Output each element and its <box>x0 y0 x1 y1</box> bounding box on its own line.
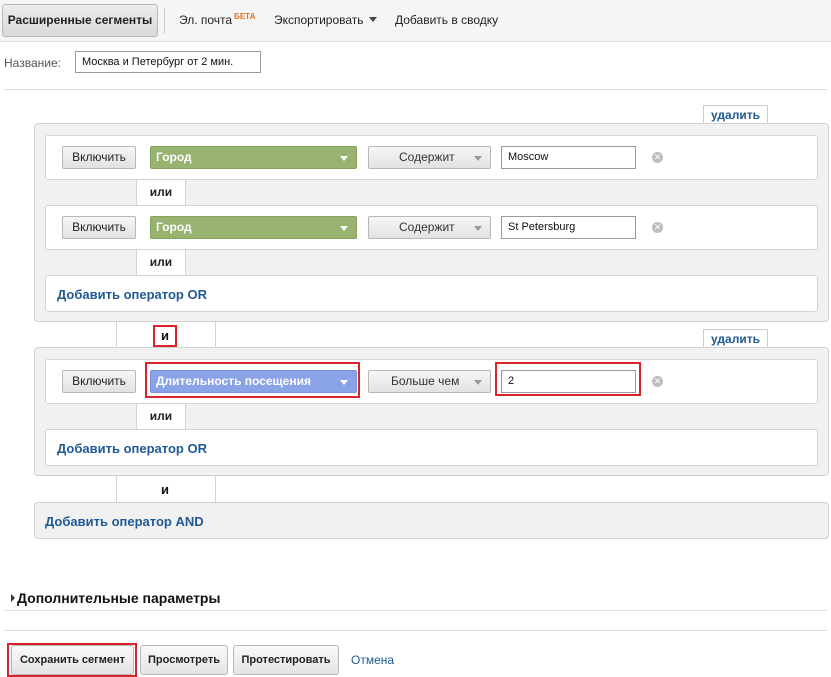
export-menu[interactable]: Экспортировать <box>274 13 377 27</box>
clear-icon[interactable]: ✕ <box>652 376 663 387</box>
add-and-link[interactable]: Добавить оператор AND <box>45 514 204 529</box>
top-toolbar: Расширенные сегменты Эл. почта БЕТА Экспо… <box>0 0 831 42</box>
clear-icon[interactable]: ✕ <box>652 152 663 163</box>
operator-label: Содержит <box>399 150 455 164</box>
divider <box>4 610 827 611</box>
email-label: Эл. почта <box>179 13 233 27</box>
beta-badge: БЕТА <box>234 12 256 21</box>
advanced-parameters-toggle[interactable]: Дополнительные параметры <box>17 590 220 606</box>
highlight-box <box>495 362 641 396</box>
divider <box>4 89 827 90</box>
condition-row: Включить Город Содержит St Petersburg ✕ <box>45 205 818 250</box>
expand-triangle-icon[interactable] <box>11 594 15 602</box>
highlight-box <box>145 362 360 398</box>
include-button[interactable]: Включить <box>62 146 136 169</box>
dimension-label: Город <box>156 220 192 234</box>
add-and-row: Добавить оператор AND <box>34 502 829 539</box>
and-label: и <box>161 482 169 497</box>
add-to-dashboard-link[interactable]: Добавить в сводку <box>395 13 498 27</box>
or-label: или <box>136 180 186 205</box>
operator-label: Больше чем <box>391 374 460 388</box>
condition-group-1: Включить Город Содержит Moscow ✕ или Вкл… <box>34 123 829 322</box>
add-or-link[interactable]: Добавить оператор OR <box>57 287 207 302</box>
advanced-segments-button[interactable]: Расширенные сегменты <box>2 4 158 37</box>
operator-dropdown[interactable]: Содержит <box>368 146 491 169</box>
cancel-link[interactable]: Отмена <box>351 653 394 667</box>
highlight-box <box>7 643 137 677</box>
chevron-down-icon <box>340 226 348 231</box>
chevron-down-icon <box>474 156 482 161</box>
include-button[interactable]: Включить <box>62 216 136 239</box>
add-or-link[interactable]: Добавить оператор OR <box>57 441 207 456</box>
add-or-row: Добавить оператор OR <box>45 275 818 312</box>
operator-label: Содержит <box>399 220 455 234</box>
segment-name-label: Название: <box>4 56 61 70</box>
chevron-down-icon <box>340 156 348 161</box>
highlight-box <box>153 325 177 347</box>
segment-name-input[interactable]: Москва и Петербург от 2 мин. <box>75 51 261 73</box>
chevron-down-icon <box>474 226 482 231</box>
dimension-dropdown[interactable]: Город <box>150 146 357 169</box>
value-input[interactable]: St Petersburg <box>501 216 636 239</box>
export-label: Экспортировать <box>274 13 364 27</box>
chevron-down-icon <box>368 17 377 23</box>
toolbar-divider <box>164 8 165 34</box>
dimension-label: Город <box>156 150 192 164</box>
or-label: или <box>136 250 186 275</box>
divider <box>4 630 827 631</box>
condition-row: Включить Город Содержит Moscow ✕ <box>45 135 818 180</box>
delete-group-1-button[interactable]: удалить <box>703 105 768 125</box>
clear-icon[interactable]: ✕ <box>652 222 663 233</box>
operator-dropdown[interactable]: Содержит <box>368 216 491 239</box>
test-button[interactable]: Протестировать <box>233 645 339 675</box>
add-or-row: Добавить оператор OR <box>45 429 818 466</box>
preview-button[interactable]: Просмотреть <box>140 645 228 675</box>
dimension-dropdown[interactable]: Город <box>150 216 357 239</box>
include-button[interactable]: Включить <box>62 370 136 393</box>
or-label: или <box>136 404 186 429</box>
operator-dropdown[interactable]: Больше чем <box>368 370 491 393</box>
delete-group-2-button[interactable]: удалить <box>703 329 768 349</box>
value-input[interactable]: Moscow <box>501 146 636 169</box>
chevron-down-icon <box>474 380 482 385</box>
email-menu[interactable]: Эл. почта БЕТА <box>179 12 256 27</box>
